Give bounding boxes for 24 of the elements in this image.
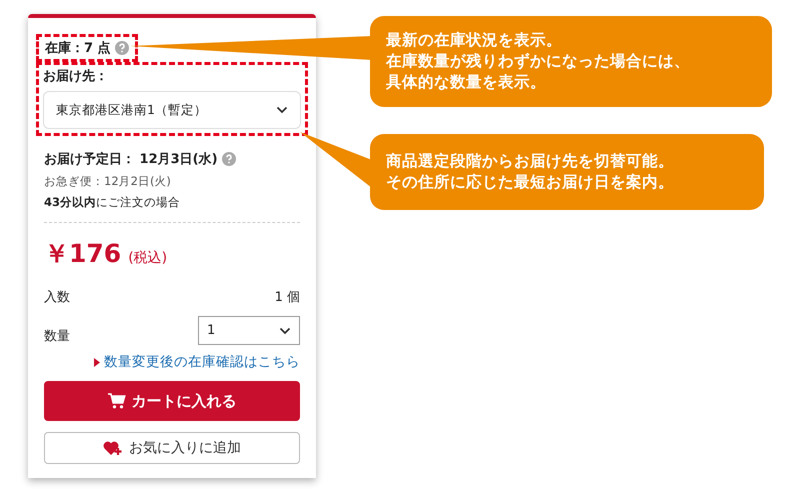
heart-plus-icon bbox=[103, 440, 123, 456]
pack-value: 1 個 bbox=[274, 289, 300, 306]
address-select[interactable]: 東京都港区港南1（暫定） bbox=[43, 91, 301, 129]
order-deadline: 43分以内にご注文の場合 bbox=[44, 195, 182, 210]
callout-pointer bbox=[300, 132, 372, 188]
chevron-down-icon bbox=[276, 106, 288, 114]
help-icon[interactable] bbox=[114, 41, 129, 55]
quantity-label: 数量 bbox=[44, 328, 70, 344]
cart-icon bbox=[108, 393, 126, 409]
chevron-down-icon bbox=[279, 326, 291, 334]
add-to-cart-button[interactable]: カートに入れる bbox=[44, 381, 300, 421]
delivery-date: お届け予定日： 12月3日(水) bbox=[44, 150, 218, 168]
express-date: お急ぎ便：12月2日(火) bbox=[44, 174, 172, 189]
stock-label: 在庫：7 点 bbox=[45, 40, 111, 57]
quantity-select[interactable]: 1 bbox=[198, 316, 300, 345]
price: ￥176 bbox=[44, 238, 122, 270]
stock-check-link[interactable]: 数量変更後の在庫確認はこちら bbox=[104, 353, 300, 371]
tax-note: (税込) bbox=[128, 249, 168, 267]
pack-label: 入数 bbox=[44, 289, 70, 306]
add-to-favorites-button[interactable]: お気に入りに追加 bbox=[44, 432, 300, 464]
triangle-right-icon bbox=[94, 358, 100, 366]
help-icon[interactable] bbox=[222, 152, 236, 166]
callout: 最新の在庫状況を表示。 在庫数量が残りわずかになった場合には、 具体的な数量を表示。 bbox=[370, 16, 772, 107]
delivery-label: お届け先： bbox=[43, 68, 109, 85]
